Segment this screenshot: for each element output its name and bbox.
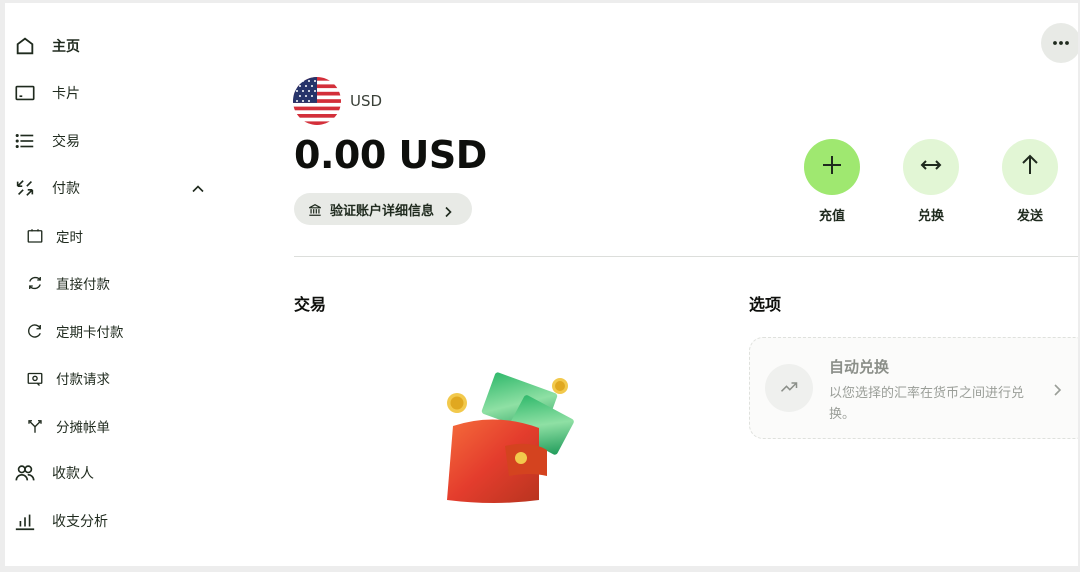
list-icon <box>14 130 36 152</box>
auto-convert-title: 自动兑换 <box>829 358 890 376</box>
verify-account-details-label: 验证账户详细信息 <box>330 203 435 219</box>
sidebar-item-label: 主页 <box>52 39 80 55</box>
bank-icon <box>308 202 322 216</box>
sidebar-item-label: 分摊帐单 <box>56 420 110 436</box>
sidebar-item-label: 付款请求 <box>56 372 110 388</box>
verify-account-details-button[interactable]: 验证账户详细信息 <box>294 193 473 225</box>
convert-label: 兑换 <box>917 209 944 224</box>
account-balance: 0.00 USD <box>294 133 487 177</box>
sidebar-item-insights[interactable]: 收支分析 <box>5 503 245 539</box>
add-money-button[interactable]: 充值 <box>792 139 872 224</box>
request-icon <box>26 369 44 387</box>
sidebar-item-recipients[interactable]: 收款人 <box>5 455 245 491</box>
add-money-label: 充值 <box>818 209 845 224</box>
sidebar-item-transactions[interactable]: 交易 <box>5 123 245 159</box>
bar-chart-icon <box>14 510 36 532</box>
convert-button[interactable]: 兑换 <box>891 139 971 224</box>
transactions-title: 交易 <box>294 295 327 314</box>
calendar-icon <box>26 227 44 245</box>
sidebar-item-label: 付款 <box>52 181 80 197</box>
section-divider <box>294 256 1078 257</box>
home-icon <box>14 35 36 57</box>
currency-code: USD <box>350 92 383 110</box>
us-flag-icon <box>293 77 341 125</box>
arrow-up-icon <box>1018 153 1042 181</box>
sidebar-item-direct-debit[interactable]: 直接付款 <box>5 265 245 301</box>
action-circle <box>903 139 959 195</box>
action-circle <box>804 139 860 195</box>
card-icon <box>14 82 36 104</box>
auto-convert-description: 以您选择的汇率在货币之间进行兑换。 <box>829 386 1025 422</box>
more-options-button[interactable] <box>1041 23 1078 63</box>
sidebar-item-label: 定期卡付款 <box>56 325 124 341</box>
sidebar-item-label: 卡片 <box>52 86 80 102</box>
sidebar-item-split-bill[interactable]: 分摊帐单 <box>5 408 245 444</box>
chevron-right-icon <box>1050 382 1064 396</box>
refresh-icon <box>26 274 44 292</box>
plus-icon <box>820 153 844 181</box>
options-title: 选项 <box>749 295 782 314</box>
send-label: 发送 <box>1016 209 1043 224</box>
recurring-icon <box>26 322 44 340</box>
sidebar-item-label: 收支分析 <box>52 514 108 530</box>
chevron-up-icon[interactable] <box>191 181 205 195</box>
sidebar-item-label: 收款人 <box>52 466 94 482</box>
sidebar-item-label: 定时 <box>56 230 83 246</box>
recipients-icon <box>14 462 36 484</box>
sidebar-item-recurring-card[interactable]: 定期卡付款 <box>5 313 245 349</box>
payments-icon <box>14 177 36 199</box>
empty-wallet-illustration <box>435 368 575 508</box>
auto-convert-card[interactable]: 自动兑换 以您选择的汇率在货币之间进行兑换。 <box>749 337 1078 439</box>
send-button[interactable]: 发送 <box>990 139 1070 224</box>
sidebar-item-scheduled[interactable]: 定时 <box>5 218 245 254</box>
sidebar-item-cards[interactable]: 卡片 <box>5 75 245 111</box>
sidebar-item-label: 直接付款 <box>56 277 110 293</box>
more-icon <box>1051 33 1071 53</box>
sidebar-item-label: 交易 <box>52 134 80 150</box>
action-circle <box>1002 139 1058 195</box>
app-window: 主页 卡片 交易 付款 定时 直接付款 定期卡付款 付款请求 分摊帐单 收款人 … <box>5 3 1078 566</box>
swap-icon <box>919 153 943 181</box>
chevron-right-icon <box>442 203 454 218</box>
split-icon <box>26 417 44 435</box>
sidebar-item-payments[interactable]: 付款 <box>5 170 245 206</box>
sidebar-item-home[interactable]: 主页 <box>5 28 245 64</box>
trend-up-icon <box>765 364 813 412</box>
sidebar-item-payment-request[interactable]: 付款请求 <box>5 360 245 396</box>
